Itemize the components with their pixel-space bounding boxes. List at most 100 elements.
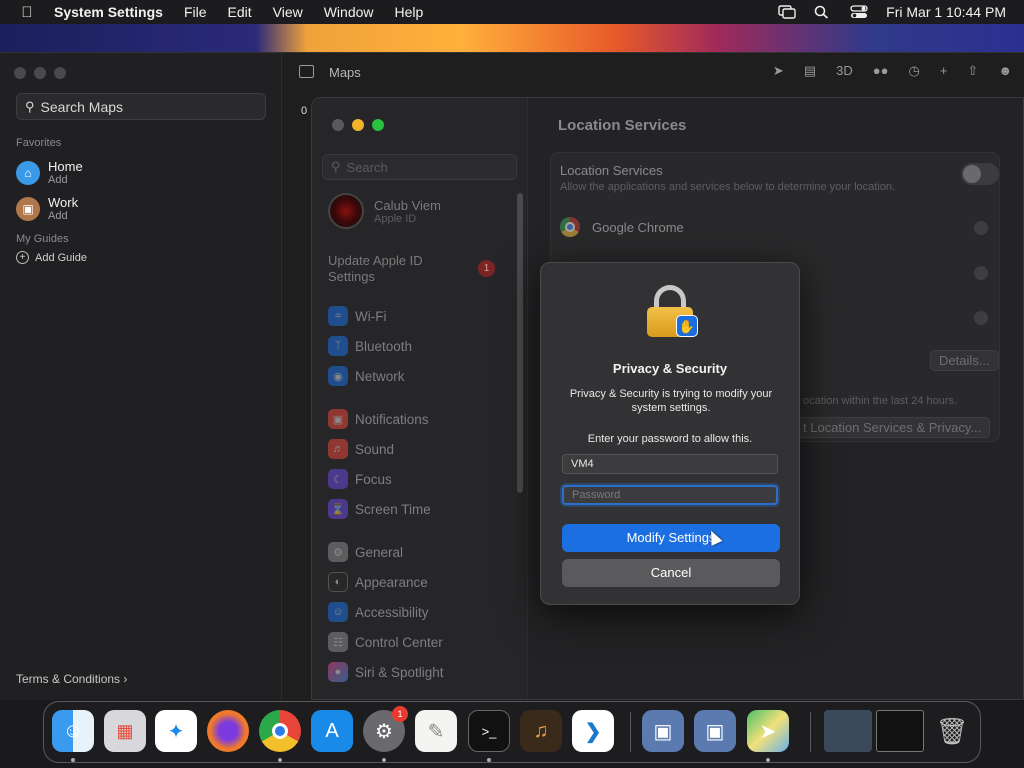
sidebar-item-label: Notifications	[355, 411, 429, 427]
sidebar-item-label: Siri & Spotlight	[355, 664, 444, 680]
chrome-location-toggle[interactable]	[974, 221, 988, 235]
chrome-icon[interactable]	[259, 710, 301, 752]
sidebar-item-appearance[interactable]: ◐ Appearance	[328, 572, 428, 592]
sidebar-item-label: Accessibility	[355, 604, 429, 620]
sidebar-item-accessibility[interactable]: ☺ Accessibility	[328, 602, 429, 622]
menu-bar:  System Settings File Edit View Window …	[0, 0, 1024, 24]
spotlight-search-icon[interactable]	[814, 5, 832, 19]
system-services-button[interactable]: t Location Services & Privacy...	[794, 417, 991, 438]
sidebar-toggle-icon[interactable]	[299, 65, 314, 78]
favorite-work[interactable]: ▣ Work Add	[16, 196, 78, 222]
sidebar-item-focus[interactable]: ☾ Focus	[328, 469, 392, 489]
garageband-icon[interactable]: ♫	[520, 710, 562, 752]
running-indicator	[382, 758, 386, 762]
trash-icon[interactable]: 🗑	[931, 710, 973, 752]
minimized-terminal-icon[interactable]	[876, 710, 924, 752]
control-center-icon[interactable]	[850, 5, 868, 19]
username-field[interactable]	[562, 454, 778, 474]
binoculars-icon[interactable]: ●●	[873, 63, 889, 79]
maps-close-button[interactable]	[14, 67, 26, 79]
3d-button[interactable]: 3D	[836, 63, 853, 79]
sidebar-item-wifi[interactable]: ≈ Wi-Fi	[328, 306, 386, 326]
speaker-icon: ♬	[328, 439, 348, 459]
details-button[interactable]: Details...	[930, 350, 999, 371]
favorite-work-sub: Add	[48, 210, 68, 222]
launchpad-icon[interactable]: ▦	[104, 710, 146, 752]
menu-view[interactable]: View	[273, 4, 303, 20]
sidebar-item-label: General	[355, 544, 404, 560]
textedit-icon[interactable]: ✎	[415, 710, 457, 752]
settings-minimize-button[interactable]	[352, 119, 364, 131]
accessibility-icon: ☺	[328, 602, 348, 622]
sidebar-item-sound[interactable]: ♬ Sound	[328, 439, 394, 459]
finder-icon[interactable]: ☺	[52, 710, 94, 752]
sidebar-item-bluetooth[interactable]: ᛉ Bluetooth	[328, 336, 412, 356]
app-location-toggle[interactable]	[974, 266, 988, 280]
apple-menu-icon[interactable]: 	[0, 4, 54, 21]
virtualbox-icon[interactable]: ▣	[642, 710, 684, 752]
safari-icon[interactable]: ✦	[155, 710, 197, 752]
add-icon[interactable]: +	[940, 63, 948, 79]
location-services-toggle[interactable]	[961, 163, 999, 185]
map-mode-icon[interactable]: ▤	[804, 63, 816, 79]
menu-window[interactable]: Window	[324, 4, 374, 20]
app-row-chrome: Google Chrome	[560, 217, 684, 237]
location-arrow-icon[interactable]: ➤	[773, 63, 784, 79]
settings-close-button[interactable]	[332, 119, 344, 131]
minimized-window-icon[interactable]	[824, 710, 872, 752]
virtualbox-vm-icon[interactable]: ▣	[694, 710, 736, 752]
sidebar-item-siri[interactable]: ● Siri & Spotlight	[328, 662, 444, 682]
sidebar-item-control-center[interactable]: ☷ Control Center	[328, 632, 443, 652]
share-icon[interactable]: ⇧	[967, 63, 978, 79]
chevron-right-icon: ›	[123, 672, 128, 686]
terms-link[interactable]: Terms & Conditions ›	[16, 672, 127, 686]
maps-toolbar-tools: ➤ ▤ 3D ●● ◷ + ⇧ ☻	[773, 63, 1012, 79]
firefox-icon[interactable]	[207, 710, 249, 752]
add-guide-button[interactable]: + Add Guide	[16, 251, 87, 264]
settings-sidebar: ⚲ Search Calub Viem Apple ID Update Appl…	[312, 98, 528, 699]
sidebar-item-notifications[interactable]: ▣ Notifications	[328, 409, 429, 429]
maps-minimize-button[interactable]	[34, 67, 46, 79]
sidebar-item-general[interactable]: ⚙ General	[328, 542, 403, 562]
sidebar-item-label: Bluetooth	[355, 338, 413, 354]
settings-zoom-button[interactable]	[372, 119, 384, 131]
menu-help[interactable]: Help	[395, 4, 424, 20]
settings-search-field[interactable]: ⚲ Search	[322, 154, 517, 180]
vscode-icon[interactable]: ❯	[572, 710, 614, 752]
cancel-button[interactable]: Cancel	[562, 559, 780, 587]
sidebar-item-label: Appearance	[355, 574, 428, 590]
clock-icon[interactable]: ◷	[908, 63, 919, 79]
location-services-desc: Allow the applications and services belo…	[560, 181, 896, 193]
dock-separator	[810, 712, 811, 752]
menu-edit[interactable]: Edit	[228, 4, 252, 20]
chrome-icon	[560, 217, 580, 237]
maps-zoom-button[interactable]	[54, 67, 66, 79]
app-store-icon[interactable]: A	[311, 710, 353, 752]
sidebar-item-screen-time[interactable]: ⌛ Screen Time	[328, 499, 431, 519]
menu-app-name[interactable]: System Settings	[54, 4, 163, 20]
add-guide-label: Add Guide	[35, 251, 87, 264]
dock-separator	[630, 712, 631, 752]
bell-icon: ▣	[328, 409, 348, 429]
favorite-home[interactable]: ⌂ Home Add	[16, 160, 83, 186]
update-apple-id-item[interactable]: Update Apple ID Settings	[328, 253, 448, 285]
dialog-message: Privacy & Security is trying to modify y…	[569, 388, 773, 414]
terminal-icon[interactable]: >_	[468, 710, 510, 752]
hourglass-icon: ⌛	[328, 499, 348, 519]
screen-mirroring-icon[interactable]	[778, 5, 796, 19]
menu-file[interactable]: File	[184, 4, 207, 20]
favorite-home-sub: Add	[48, 174, 68, 186]
modify-settings-button[interactable]: Modify Settings	[562, 524, 780, 552]
password-field[interactable]	[562, 485, 778, 505]
sidebar-item-network[interactable]: ◉ Network	[328, 366, 405, 386]
running-indicator	[71, 758, 75, 762]
maps-icon[interactable]: ➤	[747, 710, 789, 752]
account-icon[interactable]: ☻	[998, 63, 1012, 79]
maps-search-field[interactable]: ⚲ Search Maps	[16, 93, 266, 120]
menubar-clock[interactable]: Fri Mar 1 10:44 PM	[886, 4, 1006, 20]
app-location-toggle[interactable]	[974, 311, 988, 325]
sidebar-scrollbar[interactable]	[517, 193, 523, 493]
apple-id-account[interactable]: Calub Viem Apple ID	[328, 193, 441, 229]
wifi-icon: ≈	[328, 306, 348, 326]
globe-icon: ◉	[328, 366, 348, 386]
